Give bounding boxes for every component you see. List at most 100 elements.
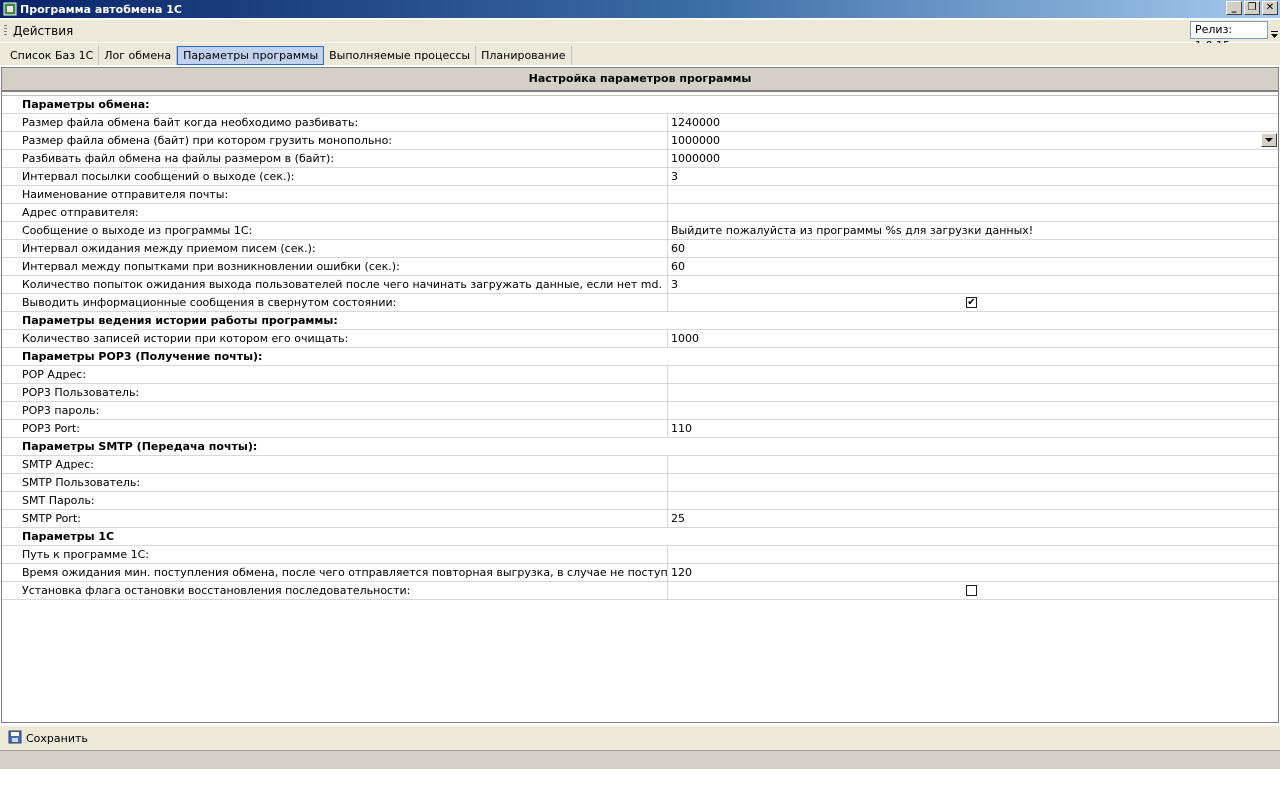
setting-row: SMT Пароль: [2, 492, 1278, 510]
section-header: Параметры POP3 (Получение почты): [2, 348, 1278, 366]
setting-row: Выводить информационные сообщения в свер… [2, 294, 1278, 312]
dropdown-arrow-icon[interactable] [1261, 133, 1277, 147]
minimize-button[interactable]: _ [1226, 1, 1242, 15]
close-button[interactable]: ✕ [1262, 1, 1278, 15]
tab-strip: Список Баз 1С Лог обмена Параметры програм… [0, 43, 1280, 65]
setting-value-text: 60 [671, 242, 685, 255]
setting-label: Установка флага остановки восстановления… [2, 582, 668, 599]
setting-value-field[interactable] [668, 204, 1278, 221]
setting-value-field[interactable] [668, 402, 1278, 419]
tab-4[interactable]: Планирование [476, 46, 572, 65]
window-title: Программа автобмена 1С [20, 2, 182, 16]
setting-row: Путь к программе 1С: [2, 546, 1278, 564]
setting-label: Интервал между попытками при возникновле… [2, 258, 668, 275]
setting-value-field[interactable] [668, 456, 1278, 473]
setting-value-field[interactable] [668, 546, 1278, 563]
setting-value-field[interactable] [668, 384, 1278, 401]
setting-value-field[interactable]: 3 [668, 276, 1278, 293]
save-icon [8, 730, 22, 747]
menu-bar: Действия Релиз: 1.0.15 [0, 20, 1280, 52]
setting-checkbox[interactable]: ✔ [966, 297, 977, 308]
title-bar: Программа автобмена 1С _ ❐ ✕ [0, 0, 1280, 18]
setting-row: POP3 Port: 110 [2, 420, 1278, 438]
setting-row: SMTP Адрес: [2, 456, 1278, 474]
setting-label: SMTP Port: [2, 510, 668, 527]
setting-label: Интервал ожидания между приемом писем (с… [2, 240, 668, 257]
status-strip [0, 750, 1280, 770]
setting-row: Сообщение о выходе из программы 1С: Выйди… [2, 222, 1278, 240]
setting-row: Размер файла обмена (байт) при котором г… [2, 132, 1278, 150]
setting-row: Количество записей истории при котором е… [2, 330, 1278, 348]
setting-row: Установка флага остановки восстановления… [2, 582, 1278, 600]
section-header: Параметры SMTP (Передача почты): [2, 438, 1278, 456]
section-header: Параметры ведения истории работы програм… [2, 312, 1278, 330]
restore-button[interactable]: ❐ [1244, 1, 1260, 15]
setting-row: POP3 пароль: [2, 402, 1278, 420]
setting-row: Наименование отправителя почты: [2, 186, 1278, 204]
setting-label: Количество записей истории при котором е… [2, 330, 668, 347]
setting-value-field[interactable]: 60 [668, 240, 1278, 257]
release-field: Релиз: 1.0.15 [1190, 21, 1268, 52]
setting-value-checkbox-cell [668, 582, 1278, 599]
setting-checkbox[interactable] [966, 585, 977, 596]
setting-label: SMTP Адрес: [2, 456, 668, 473]
settings-panel: Настройка параметров программы Параметры… [1, 67, 1279, 723]
save-button[interactable]: Сохранить [8, 730, 88, 747]
setting-value-field[interactable]: 1000 [668, 330, 1278, 347]
setting-label: Наименование отправителя почты: [2, 186, 668, 203]
section-label: Параметры ведения истории работы програм… [22, 314, 338, 327]
setting-label: SMTP Пользователь: [2, 474, 668, 491]
setting-value-text: 3 [671, 170, 678, 183]
menu-actions[interactable]: Действия [13, 24, 73, 38]
setting-value-field[interactable] [668, 186, 1278, 203]
app-icon [3, 2, 17, 16]
setting-value-field[interactable]: 1240000 [668, 114, 1278, 131]
setting-value-field[interactable]: 110 [668, 420, 1278, 437]
toolbar-grip-icon[interactable] [4, 25, 7, 37]
toolbar-overflow-icon[interactable] [1270, 22, 1279, 40]
setting-label: Количество попыток ожидания выхода польз… [2, 276, 668, 293]
setting-label: Путь к программе 1С: [2, 546, 668, 563]
tab-3[interactable]: Выполняемые процессы [324, 46, 477, 65]
setting-row: Адрес отправителя: [2, 204, 1278, 222]
setting-value-field[interactable]: 60 [668, 258, 1278, 275]
tab-2[interactable]: Параметры программы [177, 46, 325, 65]
setting-label: Размер файла обмена байт когда необходим… [2, 114, 668, 131]
setting-value-field[interactable]: Выйдите пожалуйста из программы %s для з… [668, 222, 1278, 239]
setting-value-text: 120 [671, 566, 692, 579]
setting-label: SMT Пароль: [2, 492, 668, 509]
panel-title: Настройка параметров программы [2, 68, 1278, 92]
setting-value-field[interactable]: 120 [668, 564, 1278, 581]
setting-label: Разбивать файл обмена на файлы размером … [2, 150, 668, 167]
setting-label: Выводить информационные сообщения в свер… [2, 294, 668, 311]
setting-value-field[interactable] [668, 474, 1278, 491]
setting-label: Интервал посылки сообщений о выходе (сек… [2, 168, 668, 185]
action-bar: Сохранить [0, 726, 1280, 750]
tab-0[interactable]: Список Баз 1С [5, 46, 100, 65]
setting-row: SMTP Port: 25 [2, 510, 1278, 528]
setting-label: POP3 Пользователь: [2, 384, 668, 401]
setting-value-text: 25 [671, 512, 685, 525]
setting-row: POP Адрес: [2, 366, 1278, 384]
setting-label: POP3 Port: [2, 420, 668, 437]
setting-value-field[interactable]: 1000000 [668, 150, 1278, 167]
save-label: Сохранить [26, 731, 88, 745]
setting-value-field[interactable]: 1000000 [668, 132, 1278, 149]
setting-row: Количество попыток ожидания выхода польз… [2, 276, 1278, 294]
setting-value-field[interactable]: 3 [668, 168, 1278, 185]
setting-value-text: 3 [671, 278, 678, 291]
setting-label: Сообщение о выходе из программы 1С: [2, 222, 668, 239]
setting-label: Размер файла обмена (байт) при котором г… [2, 132, 668, 149]
setting-value-field[interactable] [668, 492, 1278, 509]
setting-row: Интервал ожидания между приемом писем (с… [2, 240, 1278, 258]
setting-value-field[interactable]: 25 [668, 510, 1278, 527]
setting-row: SMTP Пользователь: [2, 474, 1278, 492]
tab-1[interactable]: Лог обмена [99, 46, 178, 65]
setting-row: Интервал между попытками при возникновле… [2, 258, 1278, 276]
setting-label: POP3 пароль: [2, 402, 668, 419]
setting-value-field[interactable] [668, 366, 1278, 383]
setting-value-text: 1000000 [671, 134, 720, 147]
setting-row: Интервал посылки сообщений о выходе (сек… [2, 168, 1278, 186]
setting-label: Время ожидания мин. поступления обмена, … [2, 564, 668, 581]
setting-label: Адрес отправителя: [2, 204, 668, 221]
